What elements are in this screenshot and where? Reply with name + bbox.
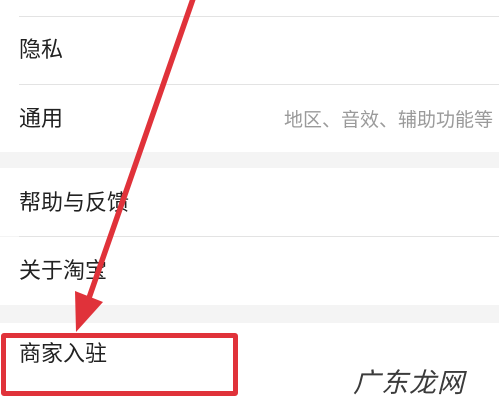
annotation-arrow xyxy=(75,0,196,332)
watermark-text: 广东龙网 xyxy=(353,368,465,399)
settings-page: 隐私 通用 地区、音效、辅助功能等 帮助与反馈 关于淘宝 商家入驻 广东龙网 xyxy=(0,0,499,402)
